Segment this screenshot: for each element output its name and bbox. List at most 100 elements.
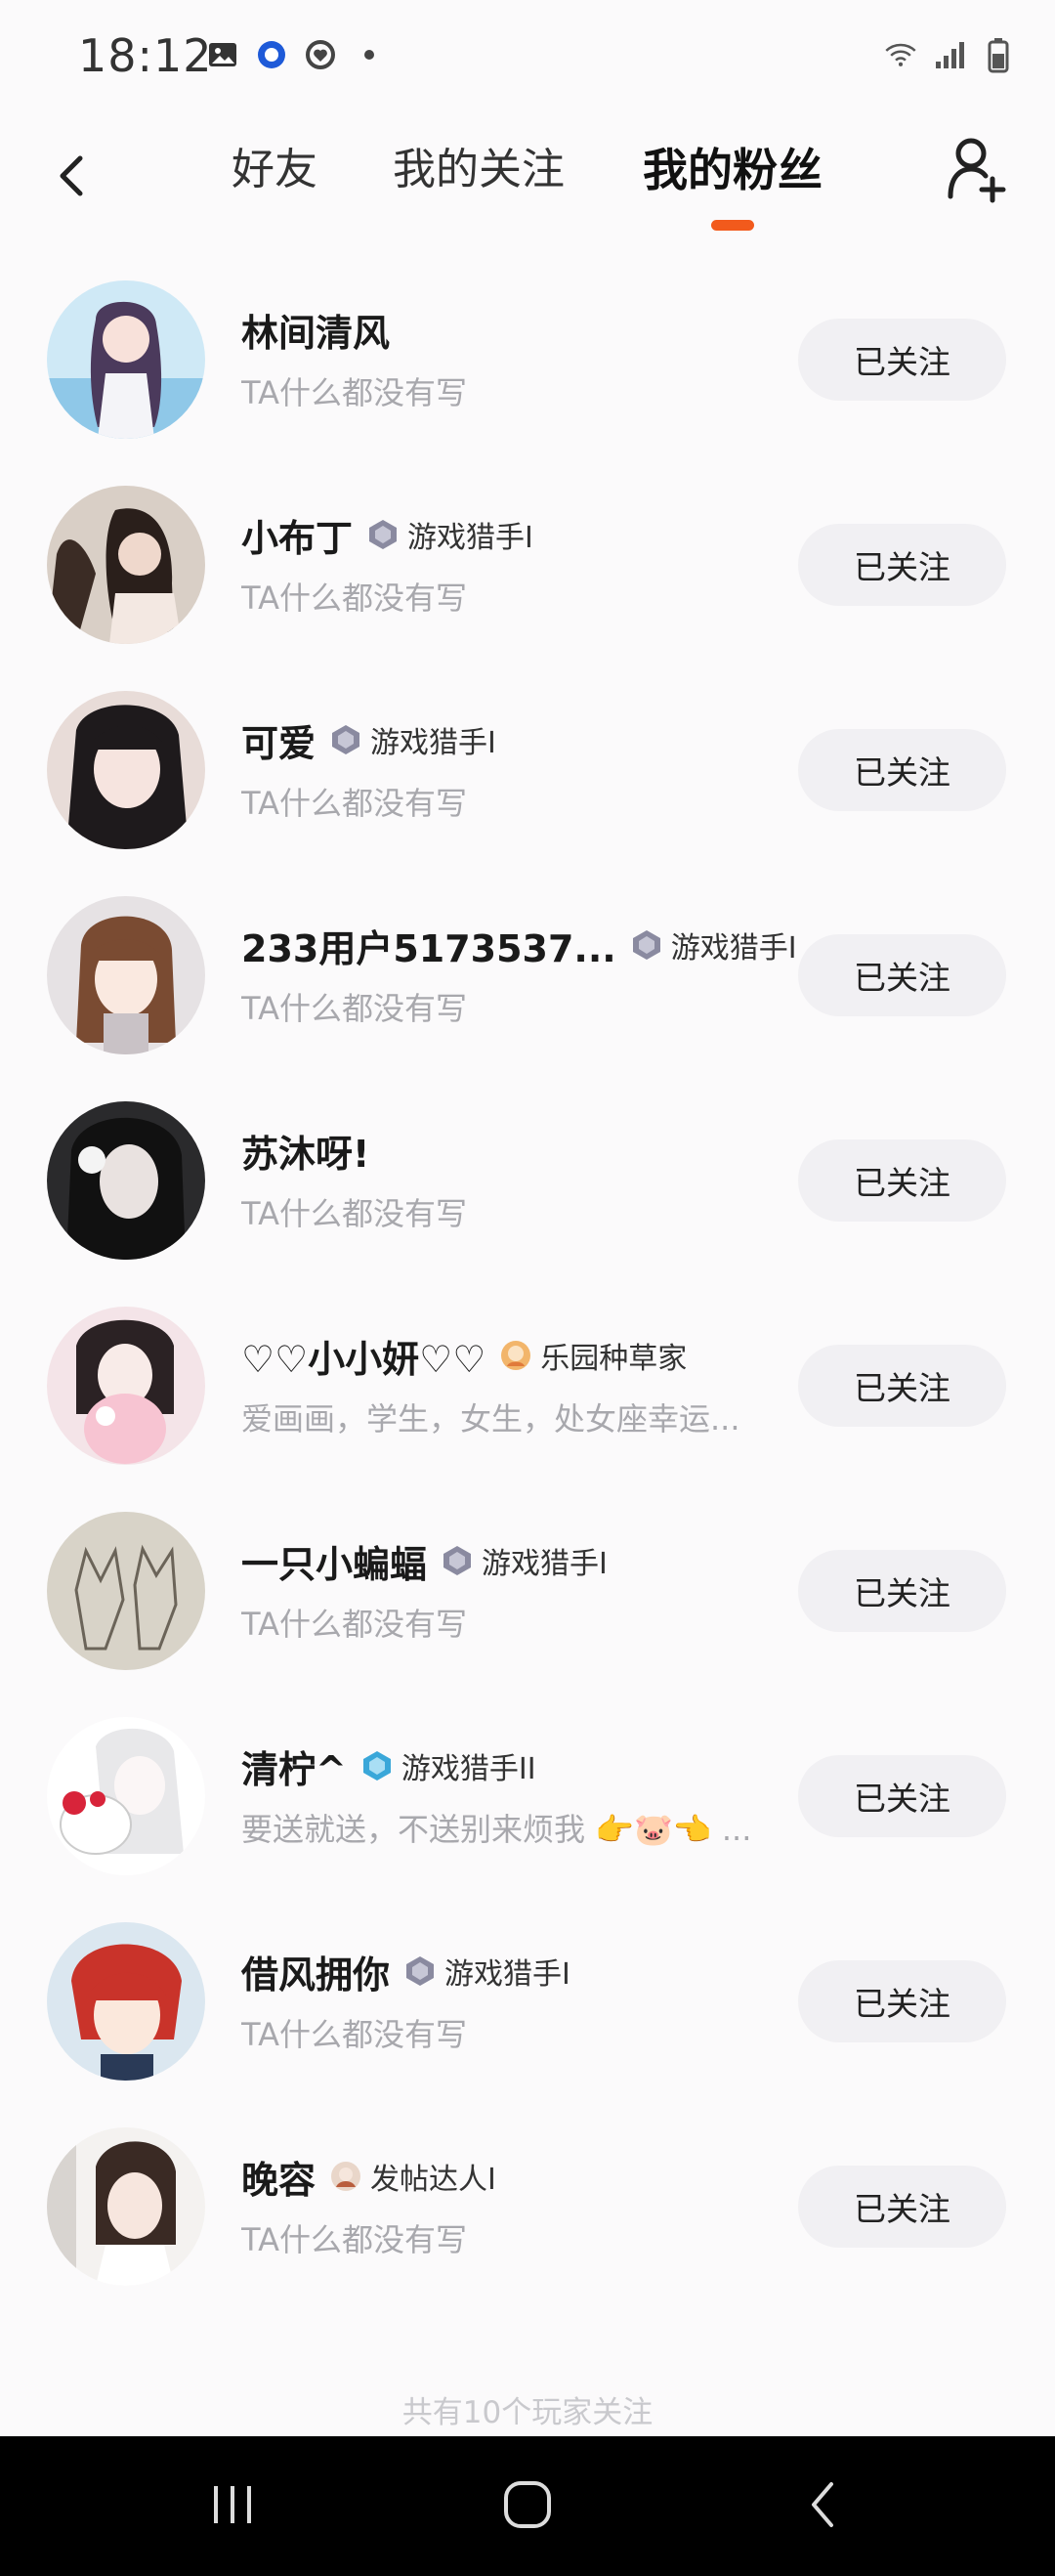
- avatar[interactable]: [47, 1307, 205, 1465]
- fans-count-footer: 共有10个玩家关注: [401, 2395, 654, 2430]
- avatar[interactable]: [47, 1512, 205, 1670]
- status-time: 18:12: [78, 29, 213, 82]
- name-line: ♡♡小小妍♡♡ 乐园种草家: [241, 1326, 687, 1385]
- name-line: 晚容 发帖达人I: [241, 2147, 496, 2206]
- fan-bio: TA什么都没有写: [241, 2016, 467, 2053]
- status-bar: 18:12: [0, 0, 1055, 112]
- fan-row[interactable]: ♡♡小小妍♡♡ 乐园种草家 爱画画，学生，女生，处女座幸运... 已关注: [0, 1285, 1055, 1490]
- home-button[interactable]: [469, 2466, 586, 2544]
- add-user-icon: [948, 138, 1006, 203]
- name-line: 借风拥你 游戏猎手I: [241, 1942, 570, 2000]
- fan-row[interactable]: 一只小蝙蝠 游戏猎手I TA什么都没有写 已关注: [0, 1490, 1055, 1696]
- circle-icon: [254, 37, 289, 72]
- tab-fans[interactable]: 我的粉丝: [643, 136, 823, 204]
- user-badge: 游戏猎手II: [360, 1744, 536, 1787]
- badge-label: 游戏猎手I: [444, 1957, 570, 1992]
- followed-button[interactable]: 已关注: [798, 319, 1006, 401]
- fan-bio: 爱画画，学生，女生，处女座幸运...: [241, 1400, 740, 1438]
- name-line: 一只小蝙蝠 游戏猎手I: [241, 1531, 608, 1590]
- fan-bio: TA什么都没有写: [241, 580, 467, 617]
- status-system-icons: [883, 37, 1016, 73]
- user-badge: 游戏猎手I: [403, 1950, 570, 1993]
- fan-name[interactable]: 苏沐呀!: [241, 1124, 369, 1178]
- name-line: 林间清风: [241, 300, 390, 359]
- user-badge: 发帖达人I: [329, 2155, 496, 2198]
- fans-list: 林间清风 TA什么都没有写 已关注 小布丁 游戏猎手I TA什么都没有写 已关注…: [0, 259, 1055, 2311]
- wifi-icon: [883, 37, 918, 72]
- fan-row[interactable]: 233用户5173537... 游戏猎手I TA什么都没有写 已关注: [0, 875, 1055, 1080]
- recent-apps-icon: [214, 2486, 251, 2523]
- fan-name[interactable]: 清柠^: [241, 1739, 347, 1793]
- name-line: 可爱 游戏猎手I: [241, 710, 496, 769]
- hunter-badge-icon: [360, 1749, 394, 1782]
- fan-bio: TA什么都没有写: [241, 990, 467, 1027]
- name-line: 小布丁 游戏猎手I: [241, 505, 533, 564]
- badge-label: 游戏猎手I: [670, 931, 797, 966]
- user-badge: 游戏猎手I: [366, 513, 533, 556]
- user-badge: 乐园种草家: [499, 1334, 687, 1377]
- home-icon: [504, 2481, 551, 2528]
- fan-name[interactable]: ♡♡小小妍♡♡: [241, 1329, 485, 1383]
- badge-label: 发帖达人I: [370, 2163, 496, 2197]
- fan-row[interactable]: 清柠^ 游戏猎手II 要送就送，不送别来烦我 👉🐷👈 ... 已关注: [0, 1696, 1055, 1901]
- fan-name[interactable]: 一只小蝙蝠: [241, 1534, 427, 1588]
- tab-following[interactable]: 我的关注: [393, 136, 565, 204]
- avatar[interactable]: [47, 896, 205, 1054]
- followed-button[interactable]: 已关注: [798, 934, 1006, 1016]
- hunter-badge-icon: [441, 1544, 474, 1577]
- fan-row[interactable]: 林间清风 TA什么都没有写 已关注: [0, 259, 1055, 464]
- fan-name[interactable]: 可爱: [241, 713, 316, 767]
- badge-label: 游戏猎手II: [401, 1752, 536, 1786]
- avatar[interactable]: [47, 280, 205, 439]
- image-icon: [205, 37, 240, 72]
- followed-button[interactable]: 已关注: [798, 1345, 1006, 1427]
- followed-button[interactable]: 已关注: [798, 1960, 1006, 2042]
- chevron-left-icon: [812, 2482, 833, 2527]
- hunter-badge-icon: [329, 723, 362, 756]
- fan-row[interactable]: 小布丁 游戏猎手I TA什么都没有写 已关注: [0, 464, 1055, 669]
- followed-button[interactable]: 已关注: [798, 1755, 1006, 1837]
- followed-button[interactable]: 已关注: [798, 729, 1006, 811]
- fan-row[interactable]: 晚容 发帖达人I TA什么都没有写 已关注: [0, 2106, 1055, 2311]
- system-back-button[interactable]: [765, 2466, 882, 2544]
- avatar[interactable]: [47, 1101, 205, 1260]
- fan-row[interactable]: 借风拥你 游戏猎手I TA什么都没有写 已关注: [0, 1901, 1055, 2106]
- fan-bio: TA什么都没有写: [241, 1195, 467, 1232]
- heart-circle-icon: [303, 37, 338, 72]
- fan-bio: TA什么都没有写: [241, 1606, 467, 1643]
- avatar[interactable]: [47, 1717, 205, 1875]
- name-line: 苏沐呀!: [241, 1121, 369, 1180]
- avatar[interactable]: [47, 2127, 205, 2286]
- status-notification-icons: [205, 37, 387, 72]
- fan-row[interactable]: 可爱 游戏猎手I TA什么都没有写 已关注: [0, 669, 1055, 875]
- dot-icon: [352, 37, 387, 72]
- user-badge: 游戏猎手I: [329, 718, 496, 761]
- tab-friends[interactable]: 好友: [232, 136, 317, 204]
- recent-apps-button[interactable]: [174, 2466, 291, 2544]
- hunter-badge-icon: [403, 1954, 437, 1988]
- followed-button[interactable]: 已关注: [798, 524, 1006, 606]
- fan-name[interactable]: 小布丁: [241, 508, 353, 562]
- avatar[interactable]: [47, 486, 205, 644]
- fan-name[interactable]: 林间清风: [241, 303, 390, 357]
- avatar[interactable]: [47, 1922, 205, 2081]
- fan-name[interactable]: 借风拥你: [241, 1945, 390, 1998]
- avatar[interactable]: [47, 691, 205, 849]
- fan-row[interactable]: 苏沐呀! TA什么都没有写 已关注: [0, 1080, 1055, 1285]
- followed-button[interactable]: 已关注: [798, 1139, 1006, 1222]
- battery-icon: [981, 37, 1016, 73]
- add-friend-button[interactable]: [938, 126, 1016, 214]
- followed-button[interactable]: 已关注: [798, 2166, 1006, 2248]
- header: 好友 我的关注 我的粉丝: [0, 112, 1055, 249]
- badge-label: 游戏猎手I: [370, 726, 496, 760]
- user-badge: 游戏猎手I: [630, 923, 797, 966]
- followed-button[interactable]: 已关注: [798, 1550, 1006, 1632]
- fan-bio: TA什么都没有写: [241, 785, 467, 822]
- fan-name[interactable]: 晚容: [241, 2150, 316, 2204]
- system-nav-bar: [0, 2436, 1055, 2576]
- fan-name[interactable]: 233用户5173537...: [241, 919, 616, 972]
- name-line: 233用户5173537... 游戏猎手I: [241, 916, 797, 974]
- fan-bio: TA什么都没有写: [241, 374, 467, 411]
- hunter-badge-icon: [366, 518, 400, 551]
- poster-badge-icon: [329, 2160, 362, 2193]
